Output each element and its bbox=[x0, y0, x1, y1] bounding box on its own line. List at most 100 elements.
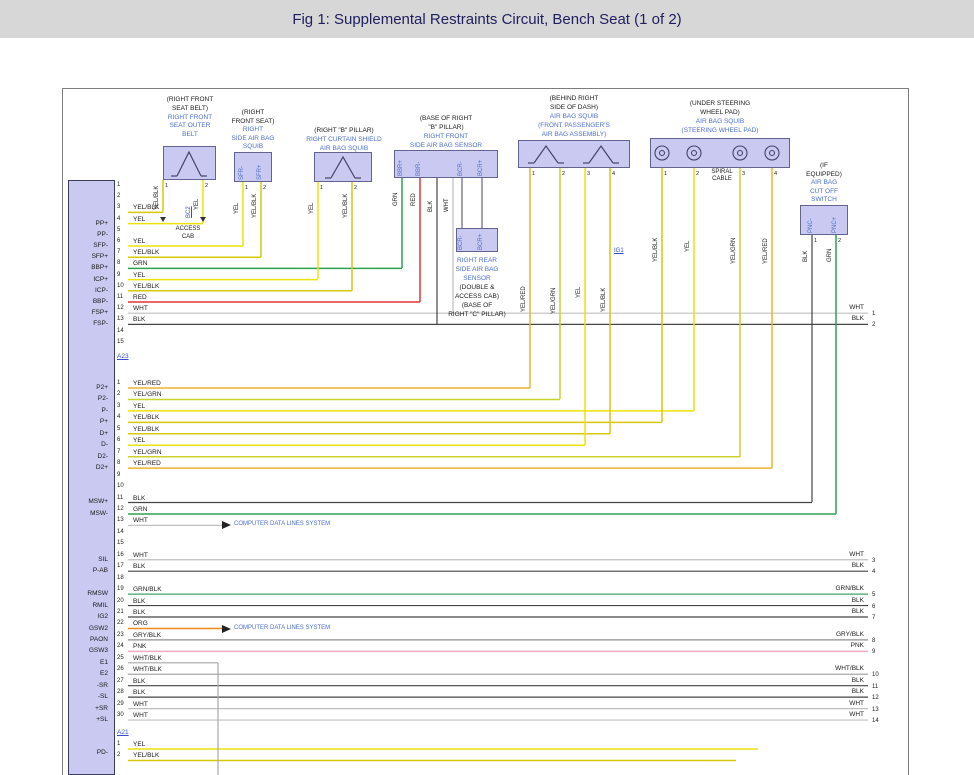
wire-pin-number: 2 bbox=[838, 238, 841, 245]
wire-color-label-vertical: YEL bbox=[234, 203, 241, 214]
access-cab-label: ACCESS bbox=[168, 226, 208, 233]
spiral-cable-label: CABLE bbox=[700, 176, 744, 183]
wire-color-label: WHT bbox=[133, 712, 148, 719]
ecu-signal-label: PD- bbox=[68, 749, 112, 756]
component-caption-line: AIR BAG ASSEMBLY) bbox=[514, 131, 634, 138]
component-caption-line: SIDE OF DASH) bbox=[514, 104, 634, 111]
right-pin-number: 12 bbox=[872, 695, 879, 702]
ecu-signal-label: SFP- bbox=[68, 242, 112, 249]
wire-color-label: YEL bbox=[133, 403, 145, 410]
connector-id-a21: A21 bbox=[117, 729, 129, 736]
wire-color-label: WHT/BLK bbox=[133, 655, 162, 662]
ecu-pin-number: 23 bbox=[117, 632, 124, 639]
right-pin-number: 1 bbox=[872, 311, 875, 318]
wire-color-label: YEL bbox=[133, 216, 145, 223]
wire-color-label: YEL/BLK bbox=[133, 752, 159, 759]
wire-color-label-vertical: GRN bbox=[827, 249, 834, 262]
right-wire-color-label: BLK bbox=[800, 608, 864, 615]
component-pin-label: BCR- bbox=[458, 161, 465, 176]
wire-color-label: YEL/BLK bbox=[133, 283, 159, 290]
component-pin-label: SFR- bbox=[239, 166, 246, 180]
ecu-pin-number: 8 bbox=[117, 260, 120, 267]
ecu-signal-label: ICP+ bbox=[68, 276, 112, 283]
right-pin-number: 9 bbox=[872, 649, 875, 656]
wire-color-label-vertical: GRN bbox=[393, 193, 400, 206]
wire-color-label-vertical: YEL/BLK bbox=[252, 194, 259, 218]
ecu-pin-number: 3 bbox=[117, 204, 120, 211]
wire-color-label: WHT bbox=[133, 517, 148, 524]
ecu-pin-number: 10 bbox=[117, 483, 124, 490]
right-wire-color-label: PNK bbox=[800, 642, 864, 649]
wire-color-label-vertical: YEL bbox=[309, 203, 316, 214]
wire-color-label-vertical: YEL bbox=[576, 287, 583, 298]
ecu-signal-label: -SR bbox=[68, 682, 112, 689]
computer-data-lines-label: COMPUTER DATA LINES SYSTEM bbox=[234, 521, 330, 528]
right-pin-number: 8 bbox=[872, 638, 875, 645]
component-caption-line: EQUIPPED) bbox=[789, 171, 859, 178]
ecu-signal-label: D2+ bbox=[68, 464, 112, 471]
connector-id-ig1: IG1 bbox=[614, 248, 624, 255]
wire-pin-number: 2 bbox=[696, 171, 699, 178]
wire-color-label-vertical: YEL bbox=[685, 241, 692, 252]
ecu-signal-label: PAON bbox=[68, 636, 112, 643]
wire-color-label-vertical: BLK bbox=[428, 201, 435, 212]
right-wire-color-label: BLK bbox=[800, 688, 864, 695]
ecu-pin-number: 15 bbox=[117, 339, 124, 346]
wire-pin-number: 1 bbox=[664, 171, 667, 178]
component-caption-line: (BASE OF bbox=[427, 302, 527, 309]
component-caption-line: SWITCH bbox=[789, 196, 859, 203]
component-caption-line: (BASE OF RIGHT bbox=[388, 115, 504, 122]
ecu-pin-number: 16 bbox=[117, 552, 124, 559]
component-caption-line: RIGHT "C" PILLAR) bbox=[427, 311, 527, 318]
ecu-signal-label: SIL bbox=[68, 556, 112, 563]
ecu-pin-number: 21 bbox=[117, 609, 124, 616]
spiral-cable-label: SPIRAL bbox=[700, 169, 744, 176]
diagram-label-layer: 123YEL/BLK4YEL56YEL7YEL/BLK8GRN9YEL10YEL… bbox=[0, 0, 974, 775]
wire-color-label: ORG bbox=[133, 620, 148, 627]
wire-pin-number: 1 bbox=[320, 185, 323, 192]
wire-pin-number: 2 bbox=[354, 185, 357, 192]
wire-color-label: GRN bbox=[133, 260, 147, 267]
wire-color-label-vertical: YEL/RED bbox=[763, 238, 770, 264]
right-wire-color-label: WHT bbox=[800, 551, 864, 558]
wire-color-label-vertical: WHT bbox=[444, 198, 451, 212]
wire-color-label: BLK bbox=[133, 689, 145, 696]
ecu-signal-label: PP+ bbox=[68, 220, 112, 227]
wire-color-label: BLK bbox=[133, 316, 145, 323]
wire-pin-number: 1 bbox=[532, 171, 535, 178]
wire-color-label-vertical: YEL/GRN bbox=[731, 238, 738, 264]
ecu-signal-label: D2- bbox=[68, 453, 112, 460]
ecu-signal-label: GSW3 bbox=[68, 647, 112, 654]
ecu-pin-number: 11 bbox=[117, 495, 123, 502]
right-pin-number: 3 bbox=[872, 558, 875, 565]
ecu-pin-number: 9 bbox=[117, 272, 120, 279]
ecu-pin-number: 30 bbox=[117, 712, 124, 719]
ecu-pin-number: 20 bbox=[117, 598, 124, 605]
ecu-pin-number: 28 bbox=[117, 689, 124, 696]
component-caption-line: RIGHT REAR bbox=[427, 257, 527, 264]
wire-color-label: PNK bbox=[133, 643, 146, 650]
wire-pin-number: 1 bbox=[165, 183, 168, 190]
ecu-pin-number: 4 bbox=[117, 216, 120, 223]
component-pin-label: SFR+ bbox=[257, 164, 264, 180]
wire-color-label: YEL/GRN bbox=[133, 391, 162, 398]
wire-color-label: WHT/BLK bbox=[133, 666, 162, 673]
ecu-pin-number: 2 bbox=[117, 752, 120, 759]
ecu-signal-label: GSW2 bbox=[68, 625, 112, 632]
component-caption-line: (UNDER STEERING bbox=[648, 100, 792, 107]
ecu-pin-number: 2 bbox=[117, 193, 120, 200]
wire-color-label-vertical: YEL/BLK bbox=[653, 238, 660, 262]
right-wire-color-label: GRY/BLK bbox=[800, 631, 864, 638]
wire-color-label: BLK bbox=[133, 495, 145, 502]
component-caption-line: (DOUBLE & bbox=[427, 284, 527, 291]
right-wire-color-label: GRN/BLK bbox=[800, 585, 864, 592]
wire-color-label-vertical: YEL/BLK bbox=[154, 186, 161, 210]
component-pin-label: BBR+ bbox=[398, 160, 405, 176]
right-pin-number: 6 bbox=[872, 604, 875, 611]
right-wire-color-label: WHT bbox=[800, 304, 864, 311]
component-caption-line: SIDE AIR BAG SENSOR bbox=[388, 142, 504, 149]
ecu-pin-number: 25 bbox=[117, 655, 124, 662]
wire-color-label: BLK bbox=[133, 598, 145, 605]
ecu-pin-number: 13 bbox=[117, 517, 124, 524]
component-pin-label: PNC- bbox=[808, 218, 815, 233]
